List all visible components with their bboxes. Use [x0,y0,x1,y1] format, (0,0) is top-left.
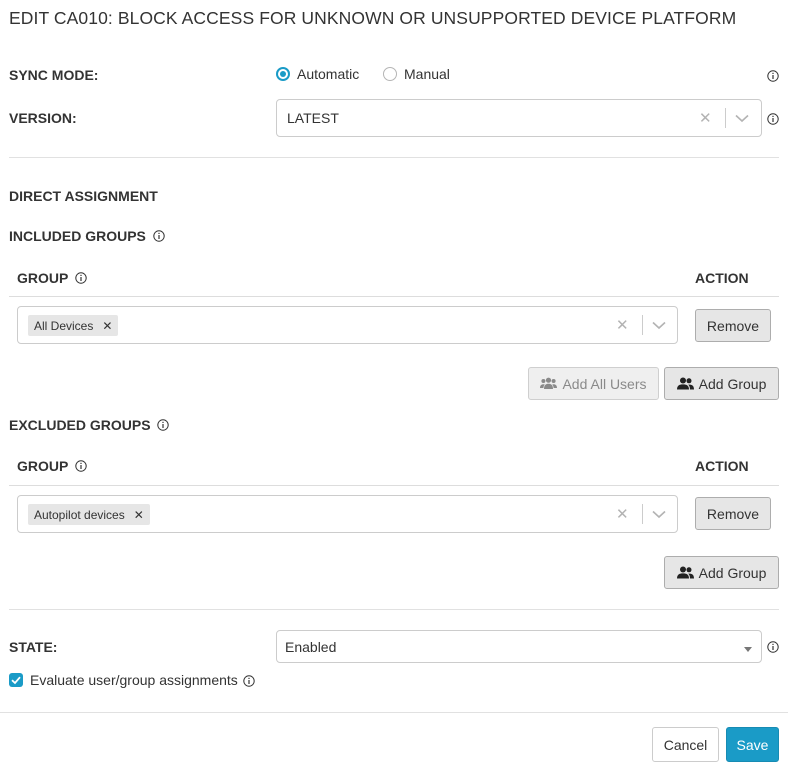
version-value: LATEST [287,110,339,126]
chevron-down-icon[interactable] [735,110,749,126]
sync-mode-automatic-label: Automatic [297,66,360,82]
excluded-remove-button[interactable]: Remove [695,497,771,530]
excluded-group-select[interactable]: Autopilot devices ✕ ✕ [17,495,678,533]
included-groups-heading: INCLUDED GROUPS [9,228,146,244]
radio-selected-icon [276,67,290,81]
info-icon[interactable] [75,271,87,284]
tag-remove-icon[interactable]: ✕ [134,508,144,522]
select-separator [642,315,643,335]
info-icon[interactable] [157,418,170,431]
evaluate-assignments-label: Evaluate user/group assignments [30,672,238,688]
group-tag: Autopilot devices ✕ [28,504,150,525]
version-select[interactable]: LATEST ✕ [276,99,762,137]
excluded-groups-heading-row: EXCLUDED GROUPS [9,417,170,433]
tag-remove-icon[interactable]: ✕ [102,319,112,333]
clear-icon[interactable]: ✕ [616,505,629,523]
group-tag-label: Autopilot devices [34,507,125,522]
sync-mode-manual-radio[interactable]: Manual [383,66,450,82]
info-icon[interactable] [243,674,255,687]
info-icon[interactable] [153,229,165,242]
table-header-divider [9,296,779,297]
direct-assignment-heading: DIRECT ASSIGNMENT [9,188,158,204]
info-icon[interactable] [767,640,779,653]
user-group-icon [676,377,694,390]
included-group-column-header: GROUP [17,270,87,286]
group-tag-label: All Devices [34,318,94,333]
excluded-group-column-header: GROUP [17,458,87,474]
group-tag: All Devices ✕ [28,315,119,336]
table-header-divider [9,485,779,486]
footer-divider [0,712,788,713]
version-label: VERSION: [9,110,77,126]
clear-icon[interactable]: ✕ [616,316,629,334]
cancel-button[interactable]: Cancel [652,727,719,762]
group-column-label: GROUP [17,270,69,286]
add-all-users-label: Add All Users [562,375,647,392]
radio-unselected-icon [383,67,397,81]
save-button[interactable]: Save [726,727,779,762]
caret-down-icon[interactable] [744,639,752,655]
evaluate-assignments-checkbox[interactable]: Evaluate user/group assignments [9,672,255,688]
select-separator [725,108,726,128]
included-add-group-button[interactable]: Add Group [664,367,779,400]
chevron-down-icon[interactable] [652,317,666,333]
info-icon[interactable] [75,459,87,472]
dialog-title: EDIT CA010: BLOCK ACCESS FOR UNKNOWN OR … [9,8,737,28]
state-select[interactable]: Enabled [276,630,762,663]
clear-icon[interactable]: ✕ [699,109,712,127]
users-icon [540,377,558,389]
included-action-column-header: ACTION [695,270,749,286]
excluded-add-group-button[interactable]: Add Group [664,556,779,589]
excluded-groups-heading: EXCLUDED GROUPS [9,417,151,433]
checkbox-checked-icon [9,673,23,687]
sync-mode-automatic-radio[interactable]: Automatic [276,66,359,82]
divider [9,157,779,158]
add-all-users-button[interactable]: Add All Users [528,367,659,400]
user-group-icon [676,566,694,579]
divider [9,609,779,610]
group-column-label: GROUP [17,458,69,474]
info-icon[interactable] [767,69,779,82]
info-icon[interactable] [767,112,779,125]
state-value: Enabled [285,638,337,655]
select-separator [642,504,643,524]
add-group-label: Add Group [698,375,767,392]
included-remove-button[interactable]: Remove [695,309,771,342]
chevron-down-icon[interactable] [652,506,666,522]
excluded-action-column-header: ACTION [695,458,749,474]
sync-mode-manual-label: Manual [404,66,450,82]
state-label: STATE: [9,639,58,655]
included-groups-heading-row: INCLUDED GROUPS [9,228,165,244]
add-group-label: Add Group [698,564,767,581]
included-group-select[interactable]: All Devices ✕ ✕ [17,306,678,344]
sync-mode-label: SYNC MODE: [9,67,99,83]
